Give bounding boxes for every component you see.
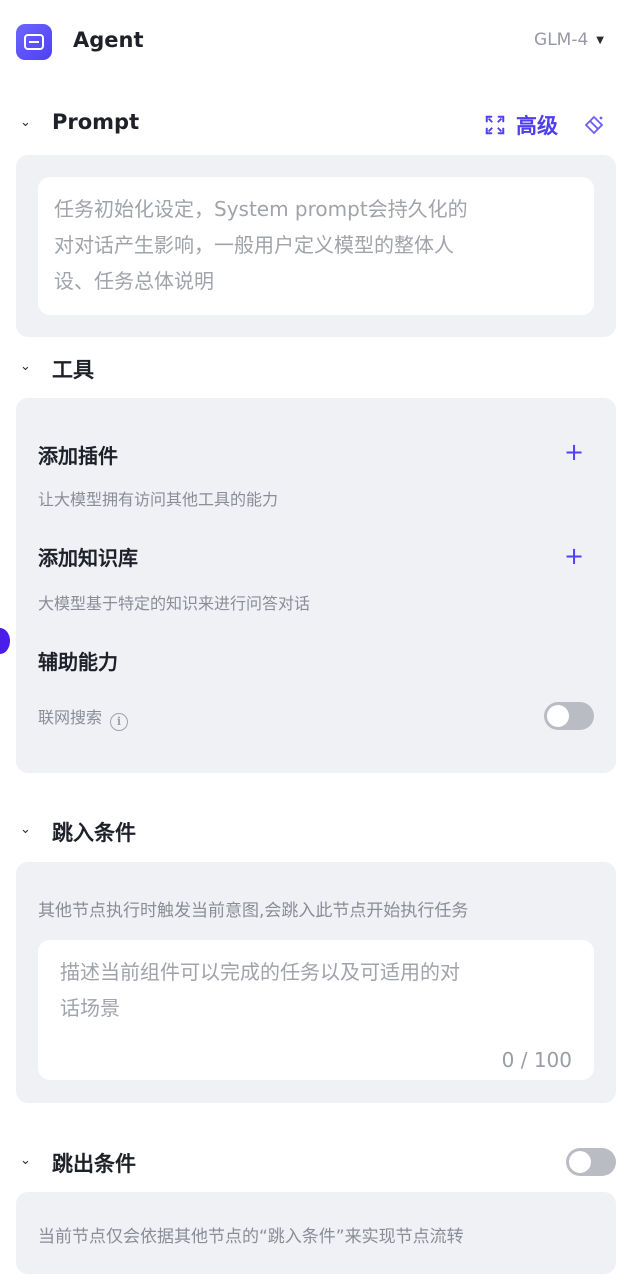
exit-condition-header[interactable]: ⌄ 跳出条件 [16, 1146, 616, 1180]
exit-condition-desc: 当前节点仅会依据其他节点的“跳入条件”来实现节点流转 [38, 1227, 464, 1247]
web-search-toggle[interactable] [544, 702, 594, 730]
chevron-down-icon[interactable]: ⌄ [20, 823, 34, 837]
agent-title: Agent [73, 28, 144, 52]
exit-condition-title: 跳出条件 [52, 1152, 136, 1176]
add-plugin-title: 添加插件 [38, 444, 118, 468]
add-knowledge-title: 添加知识库 [38, 546, 138, 570]
add-plugin-button[interactable]: + [564, 440, 584, 464]
web-search-label: 联网搜索 [38, 708, 103, 727]
magic-wand-icon[interactable] [582, 113, 606, 137]
prompt-section-header[interactable]: ⌄ Prompt 高级 [16, 108, 616, 142]
assist-ability-title: 辅助能力 [38, 650, 118, 674]
model-dropdown[interactable]: GLM-4 ▼ [534, 30, 604, 50]
agent-icon [16, 24, 52, 60]
add-plugin-desc: 让大模型拥有访问其他工具的能力 [38, 490, 279, 509]
add-knowledge-button[interactable]: + [564, 544, 584, 568]
agent-config-panel: Agent GLM-4 ▼ ⌄ Prompt 高级 任务初始化设定，System… [0, 0, 632, 1280]
add-knowledge-desc: 大模型基于特定的知识来进行问答对话 [38, 594, 311, 613]
tools-card: 添加插件 + 让大模型拥有访问其他工具的能力 添加知识库 + 大模型基于特定的知… [16, 398, 616, 773]
exit-condition-card: 当前节点仅会依据其他节点的“跳入条件”来实现节点流转 [16, 1192, 616, 1274]
prompt-section-title: Prompt [52, 110, 140, 134]
expand-icon[interactable] [484, 114, 506, 136]
enter-condition-card: 其他节点执行时触发当前意图,会跳入此节点开始执行任务 描述当前组件可以完成的任务… [16, 862, 616, 1103]
web-search-row: 联网搜索 i [38, 704, 129, 731]
enter-condition-header[interactable]: ⌄ 跳入条件 [16, 815, 616, 849]
chevron-down-icon[interactable]: ⌄ [20, 360, 34, 374]
toggle-knob [547, 705, 569, 727]
prompt-card: 任务初始化设定，System prompt会持久化的 对对话产生影响，一般用户定… [16, 155, 616, 337]
enter-condition-input[interactable]: 描述当前组件可以完成的任务以及可适用的对 话场景 0 / 100 [38, 940, 594, 1080]
enter-condition-title: 跳入条件 [52, 821, 136, 845]
connection-handle[interactable] [0, 628, 10, 654]
tools-section-title: 工具 [52, 358, 94, 382]
caret-down-icon: ▼ [596, 34, 604, 46]
system-prompt-input[interactable]: 任务初始化设定，System prompt会持久化的 对对话产生影响，一般用户定… [38, 177, 594, 315]
exit-condition-toggle[interactable] [566, 1148, 616, 1176]
enter-condition-desc: 其他节点执行时触发当前意图,会跳入此节点开始执行任务 [38, 901, 469, 921]
info-icon[interactable]: i [110, 713, 129, 731]
tools-section-header[interactable]: ⌄ 工具 [16, 352, 616, 386]
toggle-knob [569, 1151, 591, 1173]
chevron-down-icon[interactable]: ⌄ [20, 116, 34, 130]
model-name: GLM-4 [534, 30, 589, 50]
chevron-down-icon[interactable]: ⌄ [20, 1154, 34, 1168]
system-prompt-placeholder: 任务初始化设定，System prompt会持久化的 对对话产生影响，一般用户定… [54, 197, 468, 293]
advanced-button[interactable]: 高级 [516, 110, 558, 140]
enter-condition-placeholder: 描述当前组件可以完成的任务以及可适用的对 话场景 [60, 960, 460, 1020]
char-counter: 0 / 100 [501, 1048, 572, 1072]
agent-header: Agent GLM-4 ▼ [16, 22, 616, 62]
